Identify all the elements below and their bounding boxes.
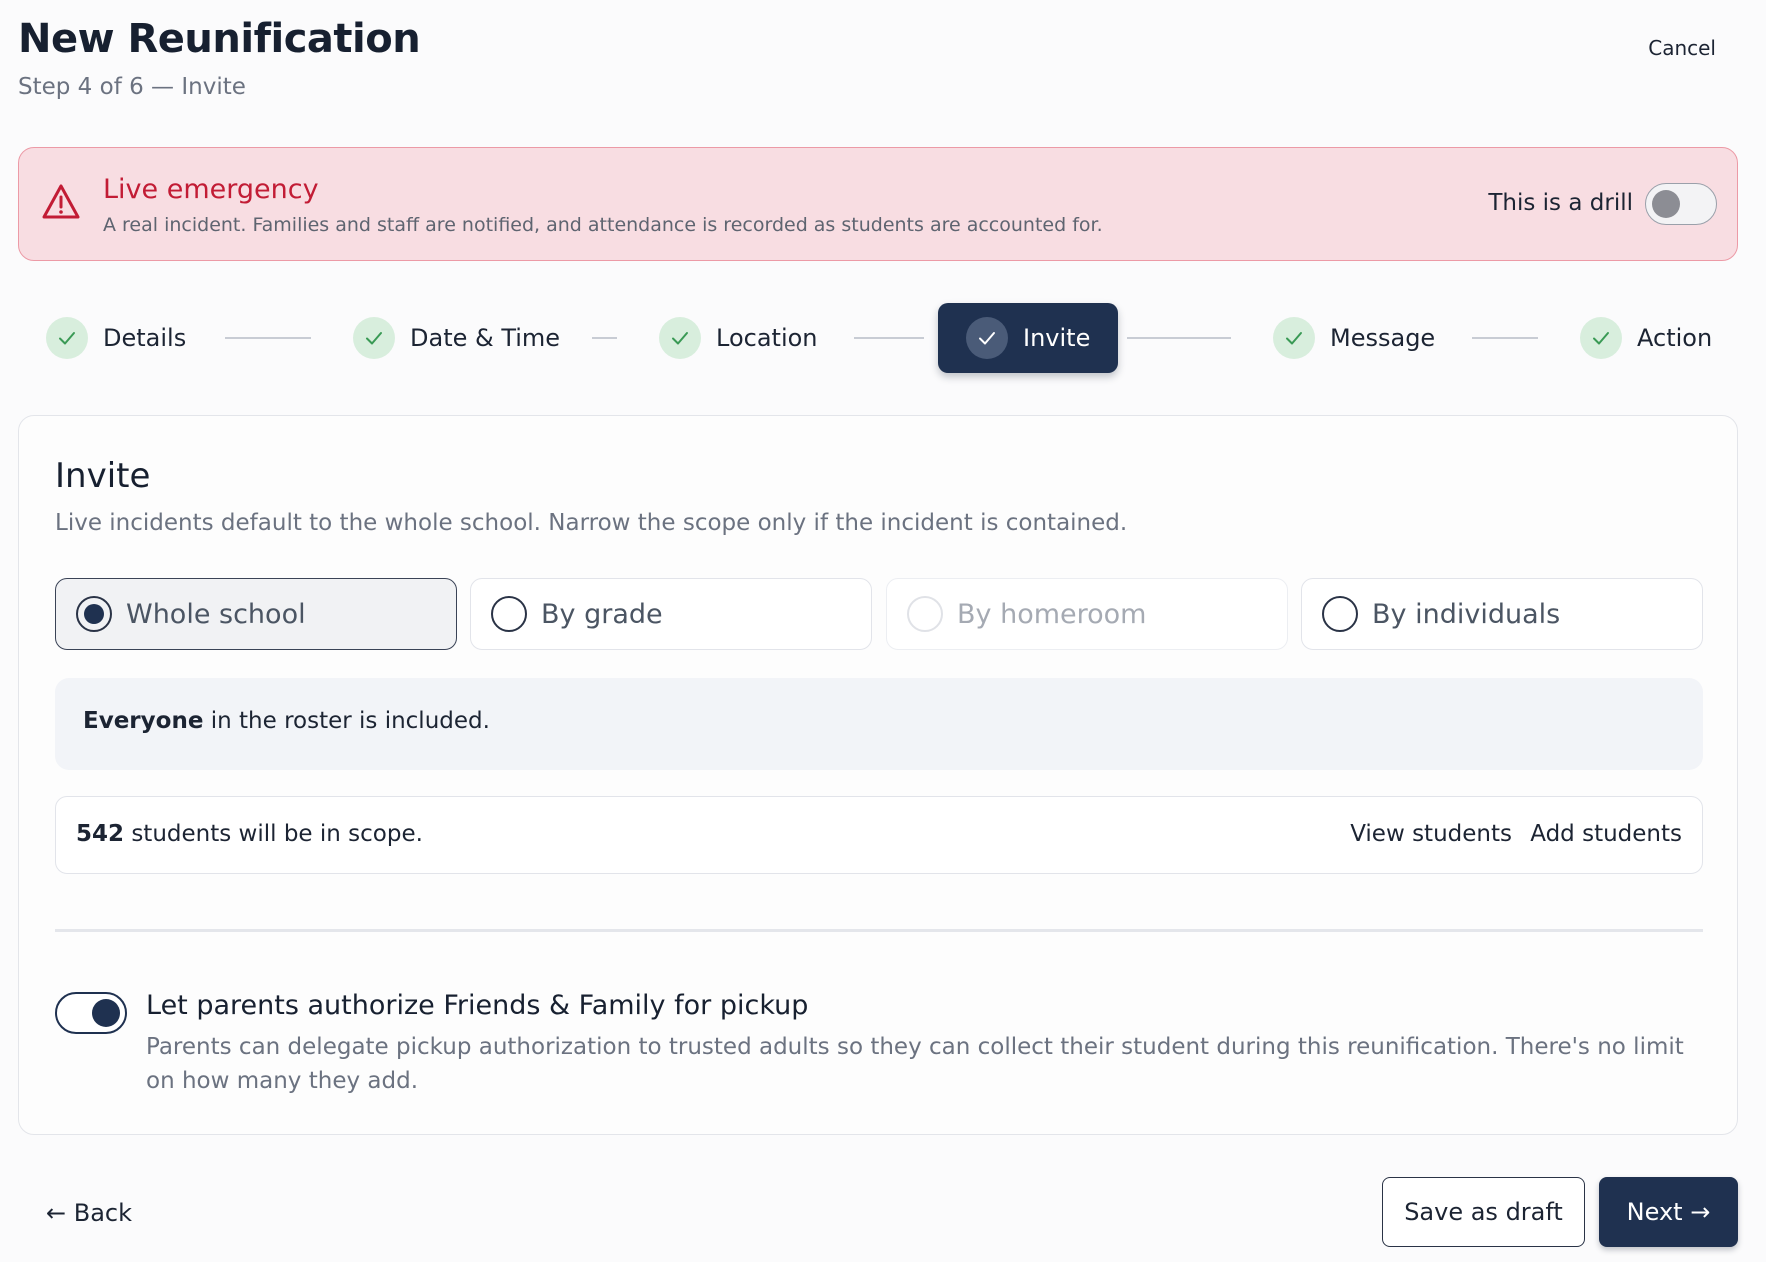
drill-toggle[interactable] (1645, 183, 1717, 225)
scope-info-rest: in the roster is included. (203, 708, 490, 734)
section-divider (55, 929, 1703, 932)
step-indicator: Step 4 of 6 — Invite (18, 74, 246, 100)
toggle-knob (92, 999, 120, 1027)
step-connector (1127, 337, 1231, 339)
step-label: Message (1330, 324, 1436, 352)
check-icon (46, 317, 88, 359)
check-icon (353, 317, 395, 359)
live-emergency-banner: Live emergency A real incident. Families… (18, 147, 1738, 261)
warning-triangle-icon (42, 184, 80, 219)
add-students-link[interactable]: Add students (1530, 821, 1682, 847)
option-label: By homeroom (957, 598, 1147, 630)
radio-icon (907, 596, 943, 632)
step-details[interactable]: Details (46, 300, 186, 376)
cancel-button[interactable]: Cancel (1648, 36, 1716, 60)
step-action[interactable]: Action (1580, 300, 1712, 376)
step-label: Details (103, 324, 187, 352)
step-connector (854, 337, 924, 339)
check-icon (659, 317, 701, 359)
invite-card: Invite Live incidents default to the who… (18, 415, 1738, 1135)
check-icon (1580, 317, 1622, 359)
step-invite[interactable]: Invite (938, 303, 1119, 373)
toggle-knob (1652, 190, 1680, 218)
pickup-description: Parents can delegate pickup authorizatio… (146, 1034, 1684, 1094)
banner-title: Live emergency (103, 174, 319, 205)
radio-icon (1322, 596, 1358, 632)
scope-summary: 542 students will be in scope. View stud… (55, 796, 1703, 874)
option-whole-school[interactable]: Whole school (55, 578, 457, 650)
step-connector (1472, 337, 1538, 339)
step-location[interactable]: Location (659, 300, 818, 376)
view-students-link[interactable]: View students (1350, 821, 1512, 847)
scope-options: Whole school By grade By homeroom By ind… (55, 578, 1703, 650)
option-by-grade[interactable]: By grade (470, 578, 872, 650)
section-title: Invite (55, 456, 151, 496)
pickup-authorization-toggle[interactable] (55, 992, 127, 1034)
radio-icon (491, 596, 527, 632)
step-label: Action (1637, 324, 1713, 352)
option-label: By individuals (1372, 598, 1561, 630)
scope-summary-rest: students will be in scope. (124, 821, 423, 847)
option-label: Whole school (126, 598, 306, 630)
pickup-title: Let parents authorize Friends & Family f… (146, 990, 809, 1021)
check-icon (1273, 317, 1315, 359)
back-button[interactable]: ← Back (46, 1199, 132, 1227)
step-label: Location (716, 324, 818, 352)
step-label: Invite (1023, 324, 1091, 352)
option-by-homeroom: By homeroom (886, 578, 1288, 650)
scope-info-bold: Everyone (83, 708, 204, 734)
step-label: Date & Time (410, 324, 561, 352)
option-by-individuals[interactable]: By individuals (1301, 578, 1703, 650)
drill-toggle-label: This is a drill (1488, 190, 1633, 216)
save-draft-button[interactable]: Save as draft (1382, 1177, 1585, 1247)
banner-text: A real incident. Families and staff are … (103, 214, 1103, 236)
next-button[interactable]: Next → (1599, 1177, 1738, 1247)
radio-icon (76, 596, 112, 632)
student-count: 542 (76, 821, 125, 847)
step-connector (592, 337, 617, 339)
scope-info-text: Everyone in the roster is included. (83, 708, 490, 734)
page-title: New Reunification (18, 16, 421, 62)
section-description: Live incidents default to the whole scho… (55, 510, 1128, 536)
check-icon (966, 317, 1008, 359)
step-message[interactable]: Message (1273, 300, 1435, 376)
scope-summary-text: 542 students will be in scope. (76, 821, 423, 847)
wizard-stepper: Details Date & Time Location Invite Mess… (0, 300, 1766, 376)
option-label: By grade (541, 598, 663, 630)
scope-info-box: Everyone in the roster is included. (55, 678, 1703, 770)
step-connector (225, 337, 311, 339)
step-date-time[interactable]: Date & Time (353, 300, 560, 376)
